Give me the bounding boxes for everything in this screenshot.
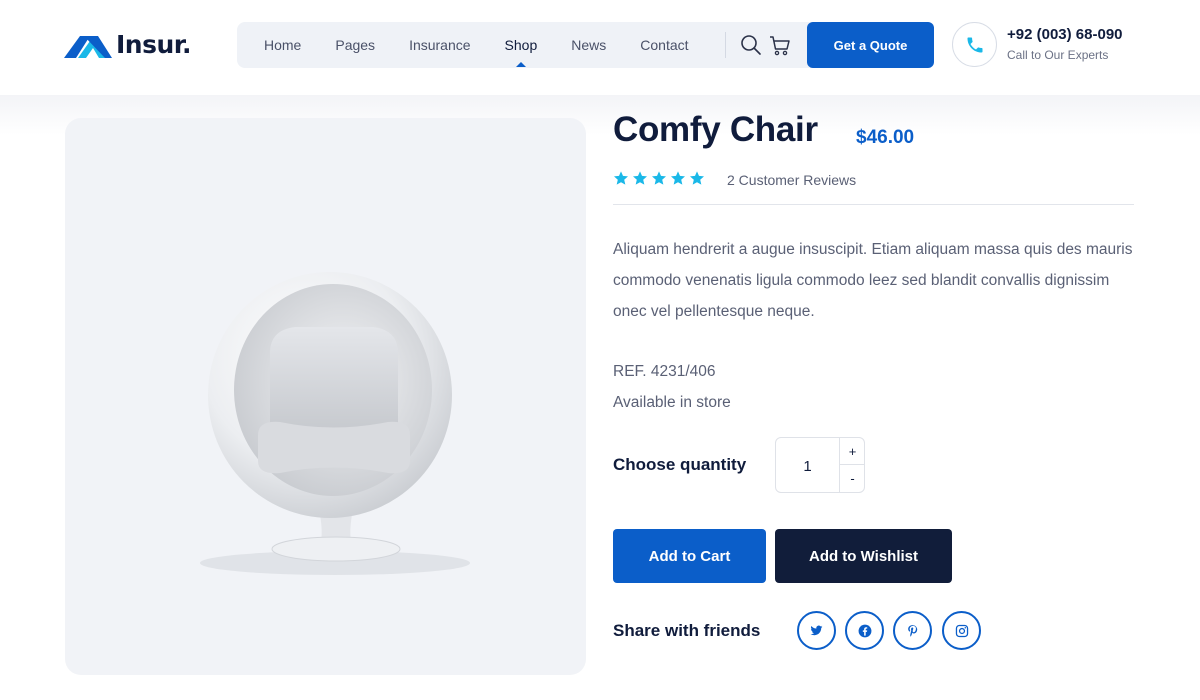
share-facebook-button[interactable] [845,611,884,650]
star-icon [614,171,628,185]
star-icon [671,171,685,185]
quantity-increase-button[interactable]: + [839,438,865,465]
share-pinterest-button[interactable] [893,611,932,650]
nav-pages[interactable]: Pages [335,37,375,53]
logo[interactable]: Insur. [64,30,192,59]
nav-insurance[interactable]: Insurance [409,37,470,53]
divider [613,204,1134,205]
nav-news[interactable]: News [571,37,606,53]
facebook-icon [858,624,871,637]
instagram-icon [955,624,968,637]
cart-icon[interactable] [769,34,791,56]
phone-subtitle: Call to Our Experts [1007,48,1109,62]
nav-contact[interactable]: Contact [640,37,688,53]
star-icon [690,171,704,185]
add-to-wishlist-button[interactable]: Add to Wishlist [775,529,952,583]
phone-icon [967,37,982,52]
add-to-cart-button[interactable]: Add to Cart [613,529,766,583]
star-icon [633,171,647,185]
pinterest-icon [908,625,918,637]
product-title: Comfy Chair [613,110,818,149]
nav-divider [725,32,726,58]
logo-text: Insur. [116,30,192,59]
quantity-stepper: 1 + - [775,437,865,493]
get-quote-button[interactable]: Get a Quote [807,22,934,68]
site-header: Insur. Home Pages Insurance Shop News Co… [0,0,1200,95]
quantity-input[interactable]: 1 [776,438,839,494]
nav-shop[interactable]: Shop [505,37,538,53]
share-twitter-button[interactable] [797,611,836,650]
share-instagram-button[interactable] [942,611,981,650]
nav-home[interactable]: Home [264,37,301,53]
phone-number[interactable]: +92 (003) 68-090 [1007,26,1123,43]
star-icon [652,171,666,185]
product-description: Aliquam hendrerit a augue insuscipit. Et… [613,241,1133,320]
product-reference: REF. 4231/406 [613,363,716,380]
availability-status: Available in store [613,394,731,411]
share-label: Share with friends [613,621,761,640]
logo-mark-icon [64,35,112,58]
product-price: $46.00 [856,127,915,148]
reviews-link[interactable]: 2 Customer Reviews [727,172,856,188]
rating-stars [613,170,705,186]
twitter-icon [810,625,823,636]
phone-button[interactable] [952,22,997,67]
quantity-label: Choose quantity [613,455,747,474]
quantity-decrease-button[interactable]: - [839,465,865,492]
product-image [200,272,470,575]
main-navigation: Home Pages Insurance Shop News Contact G… [237,22,934,68]
search-icon[interactable] [740,34,762,56]
product-image-panel [65,118,586,675]
